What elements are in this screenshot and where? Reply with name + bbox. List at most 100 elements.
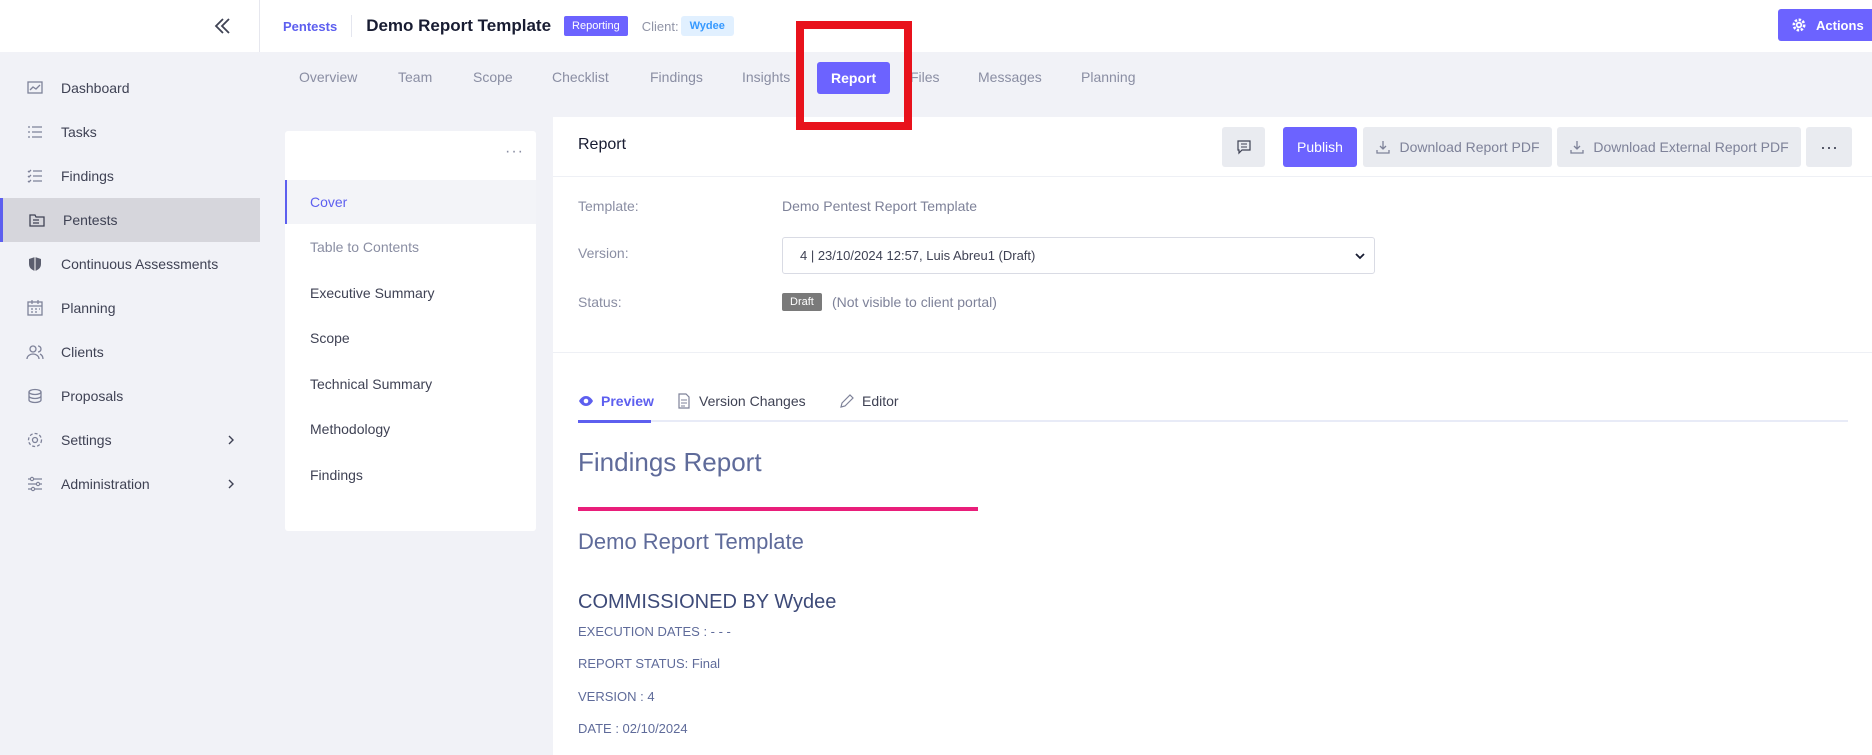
sidebar-item-label: Continuous Assessments xyxy=(61,256,219,272)
template-value: Demo Pentest Report Template xyxy=(782,198,978,214)
sidebar-item-planning[interactable]: Planning xyxy=(0,286,260,330)
sidebar-item-proposals[interactable]: Proposals xyxy=(0,374,260,418)
collapse-sidebar-icon[interactable] xyxy=(210,14,234,38)
preview-subheading: Demo Report Template xyxy=(578,529,804,554)
document-icon xyxy=(676,393,692,409)
top-bar: Pentests Demo Report Template Reporting … xyxy=(260,0,1872,52)
tab-team[interactable]: Team xyxy=(398,69,432,85)
sidebar-item-dashboard[interactable]: Dashboard xyxy=(0,66,260,110)
sidebar-item-continuous-assessments[interactable]: Continuous Assessments xyxy=(0,242,260,286)
comments-button[interactable] xyxy=(1222,127,1265,167)
sidebar-item-findings[interactable]: Findings xyxy=(0,154,260,198)
sidebar-item-label: Clients xyxy=(61,344,104,360)
toc-item-findings[interactable]: Findings xyxy=(285,453,536,497)
tab-messages[interactable]: Messages xyxy=(978,69,1042,85)
users-icon xyxy=(26,343,44,361)
checklist-icon xyxy=(26,167,44,185)
toc-item-technical-summary[interactable]: Technical Summary xyxy=(285,362,536,406)
sidebar-item-clients[interactable]: Clients xyxy=(0,330,260,374)
chart-icon xyxy=(26,79,44,97)
client-label: Client: xyxy=(641,18,679,34)
breadcrumb-separator xyxy=(351,15,353,37)
actions-button[interactable]: Actions xyxy=(1778,9,1872,41)
template-label: Template: xyxy=(578,198,639,214)
preview-execution-dates: EXECUTION DATES : - - - xyxy=(578,624,731,639)
preview-date: DATE : 02/10/2024 xyxy=(578,721,688,736)
client-badge[interactable]: Wydee xyxy=(680,16,734,36)
draft-badge: Draft xyxy=(782,293,822,311)
heading-rule xyxy=(578,507,978,511)
status-label: Status: xyxy=(578,294,622,310)
more-horizontal-icon: ··· xyxy=(1820,136,1838,157)
download-report-pdf-button[interactable]: Download Report PDF xyxy=(1363,127,1552,167)
sidebar-item-label: Planning xyxy=(61,300,116,316)
subtab-version-changes[interactable]: Version Changes xyxy=(676,393,806,409)
download-report-pdf-label: Download Report PDF xyxy=(1399,139,1540,155)
tab-checklist[interactable]: Checklist xyxy=(552,69,609,85)
report-view-tabs: Preview Version Changes Editor xyxy=(578,385,1848,423)
toc-item-methodology[interactable]: Methodology xyxy=(285,407,536,451)
sidebar: Dashboard Tasks Findings Pentests Contin… xyxy=(0,0,260,755)
preview-commissioned-by: COMMISSIONED BY Wydee xyxy=(578,591,837,613)
stack-icon xyxy=(26,387,44,405)
list-icon xyxy=(26,123,44,141)
preview-heading: Findings Report xyxy=(578,447,762,477)
download-icon xyxy=(1569,139,1585,155)
subtab-preview[interactable]: Preview xyxy=(578,393,654,409)
toc-item-executive-summary[interactable]: Executive Summary xyxy=(285,271,536,315)
calendar-icon xyxy=(26,299,44,317)
tab-report[interactable]: Report xyxy=(817,62,891,94)
version-select[interactable]: 4 | 23/10/2024 12:57, Luis Abreu1 (Draft… xyxy=(782,237,1375,274)
tab-findings[interactable]: Findings xyxy=(650,69,703,85)
gear-icon xyxy=(1792,18,1806,32)
sidebar-item-label: Dashboard xyxy=(61,80,130,96)
breadcrumb[interactable]: Pentests xyxy=(283,19,337,34)
report-panel-header: Report Publish Download Report PDF Downl… xyxy=(553,117,1872,177)
toc-item-scope[interactable]: Scope xyxy=(285,316,536,360)
sidebar-item-label: Settings xyxy=(61,432,112,448)
active-subtab-underline xyxy=(578,420,651,423)
status-note: (Not visible to client portal) xyxy=(832,294,997,310)
sidebar-header xyxy=(0,0,260,52)
report-panel: Report Publish Download Report PDF Downl… xyxy=(553,117,1872,755)
preview-report-status: REPORT STATUS: Final xyxy=(578,656,721,671)
toc-item-cover[interactable]: Cover xyxy=(285,180,536,224)
comment-icon xyxy=(1236,139,1252,155)
sidebar-item-label: Pentests xyxy=(63,212,118,228)
subtab-editor[interactable]: Editor xyxy=(839,393,899,409)
toc-item-table-of-contents[interactable]: Table to Contents xyxy=(285,225,536,269)
tab-scope[interactable]: Scope xyxy=(473,69,513,85)
subtab-version-changes-label: Version Changes xyxy=(699,393,806,409)
pencil-icon xyxy=(839,393,855,409)
sidebar-item-label: Tasks xyxy=(61,124,97,140)
publish-button[interactable]: Publish xyxy=(1283,127,1357,167)
more-options-icon[interactable]: ··· xyxy=(505,143,524,161)
sidebar-item-pentests[interactable]: Pentests xyxy=(0,198,260,242)
sidebar-item-administration[interactable]: Administration xyxy=(0,462,260,506)
tab-overview[interactable]: Overview xyxy=(299,69,357,85)
chevron-down-icon xyxy=(1354,250,1366,262)
shield-icon xyxy=(26,255,44,273)
pentest-tabs: Overview Team Scope Checklist Findings I… xyxy=(260,52,1872,104)
report-sections-panel: ··· Cover Table to Contents Executive Su… xyxy=(285,131,536,531)
tab-planning[interactable]: Planning xyxy=(1081,69,1136,85)
subtab-editor-label: Editor xyxy=(862,393,899,409)
tab-files[interactable]: Files xyxy=(910,69,940,85)
actions-label: Actions xyxy=(1816,17,1864,33)
sidebar-item-tasks[interactable]: Tasks xyxy=(0,110,260,154)
download-external-report-pdf-label: Download External Report PDF xyxy=(1593,139,1789,155)
gear-icon xyxy=(26,431,44,449)
report-title: Report xyxy=(578,136,627,153)
sidebar-item-settings[interactable]: Settings xyxy=(0,418,260,462)
tab-insights[interactable]: Insights xyxy=(742,69,790,85)
more-actions-button[interactable]: ··· xyxy=(1806,127,1852,167)
status-badge: Reporting xyxy=(564,16,628,36)
folder-icon xyxy=(28,211,46,229)
download-external-report-pdf-button[interactable]: Download External Report PDF xyxy=(1557,127,1801,167)
sidebar-item-label: Proposals xyxy=(61,388,124,404)
preview-version: VERSION : 4 xyxy=(578,689,655,704)
sidebar-nav: Dashboard Tasks Findings Pentests Contin… xyxy=(0,52,260,506)
eye-icon xyxy=(578,393,594,409)
download-icon xyxy=(1375,139,1391,155)
sliders-icon xyxy=(26,475,44,493)
